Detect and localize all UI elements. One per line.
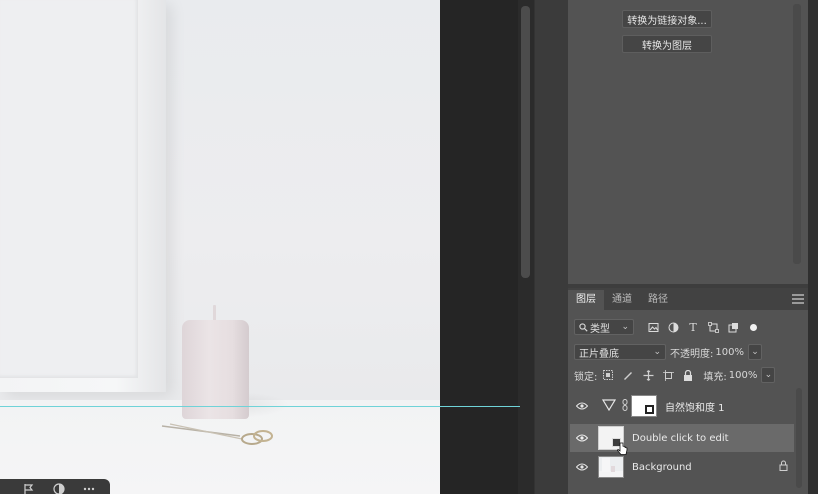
fill-label: 填充: — [703, 371, 727, 383]
blend-mode-value: 正片叠底 — [579, 348, 619, 360]
vibrance-triangle-icon — [601, 398, 617, 414]
search-icon — [579, 322, 588, 332]
lock-fill-row: 锁定: 填充: 100% ⌄ — [568, 367, 808, 383]
blend-opacity-row: 正片叠底 ⌄ 不透明度: 100% ⌄ — [568, 344, 808, 360]
background-thumbnail[interactable] — [598, 456, 624, 478]
filter-toggle-icon[interactable] — [746, 320, 760, 334]
layer-filter-dropdown[interactable]: 类型 ⌄ — [574, 319, 634, 335]
layer-mask-link-icon[interactable] — [622, 398, 628, 414]
opacity-slider-toggle[interactable]: ⌄ — [747, 344, 762, 360]
lock-all-icon[interactable] — [681, 368, 695, 382]
eye-icon[interactable] — [574, 430, 590, 446]
candle — [182, 320, 249, 419]
properties-scrollbar[interactable] — [793, 4, 801, 264]
layers-scrollbar[interactable] — [796, 388, 802, 488]
more-icon[interactable] — [82, 482, 96, 494]
layer-row-background[interactable]: Background — [568, 453, 796, 481]
convert-to-linked-button[interactable]: 转换为链接对象... — [622, 10, 712, 28]
filter-shape-icon[interactable] — [706, 320, 720, 334]
layer-name: Double click to edit — [632, 432, 729, 444]
layers-panel: 图层 通道 路径 类型 ⌄ T 正片叠底 ⌄ 不透明度: 100% ⌄ 锁定: … — [568, 288, 808, 494]
fill-slider-toggle[interactable]: ⌄ — [761, 367, 776, 383]
lock-image-pixels-icon[interactable] — [621, 368, 635, 382]
eye-icon[interactable] — [574, 459, 590, 475]
opacity-value[interactable]: 100% — [715, 347, 744, 358]
tab-paths[interactable]: 路径 — [640, 290, 676, 310]
lock-icon — [779, 460, 788, 474]
opacity-label: 不透明度: — [670, 348, 714, 360]
photo-frame-mat — [0, 0, 138, 378]
blend-mode-dropdown[interactable]: 正片叠底 ⌄ — [574, 344, 666, 360]
layer-name: 自然饱和度 1 — [665, 402, 725, 414]
lock-position-icon[interactable] — [641, 368, 655, 382]
photo-frame — [0, 0, 166, 392]
fill-value[interactable]: 100% — [729, 370, 758, 381]
lock-label: 锁定: — [574, 371, 598, 383]
document-canvas[interactable] — [0, 0, 440, 494]
layer-mask-thumbnail[interactable] — [631, 395, 657, 417]
layer-row-smart-object[interactable]: Double click to edit — [570, 424, 794, 455]
scissors-image — [161, 423, 273, 445]
layers-panel-tabs: 图层 通道 路径 — [568, 288, 808, 310]
chevron-down-icon: ⌄ — [621, 322, 629, 332]
filter-smart-object-icon[interactable] — [726, 320, 740, 334]
tab-layers[interactable]: 图层 — [568, 290, 604, 310]
adjustment-circle-icon[interactable] — [52, 482, 66, 494]
properties-panel: 转换为链接对象... 转换为图层 — [568, 0, 808, 284]
panel-dock-strip — [534, 0, 568, 494]
layer-row-vibrance[interactable]: 自然饱和度 1 — [568, 392, 796, 420]
layer-filter-label: 类型 — [590, 323, 610, 335]
chevron-down-icon: ⌄ — [653, 347, 661, 357]
lock-transparent-pixels-icon[interactable] — [601, 368, 615, 382]
canvas-scrollbar-thumb[interactable] — [521, 6, 530, 278]
guide-line[interactable] — [0, 406, 520, 407]
filter-pixel-icon[interactable] — [646, 320, 660, 334]
layer-filter-row: 类型 ⌄ T — [568, 319, 808, 335]
convert-to-layers-button[interactable]: 转换为图层 — [622, 35, 712, 53]
pasteboard — [440, 0, 518, 494]
right-edge-strip — [808, 0, 818, 494]
canvas-floating-toolbar — [0, 479, 110, 494]
layer-name: Background — [632, 461, 692, 473]
filter-type-icon[interactable]: T — [686, 320, 700, 334]
filter-adjustment-icon[interactable] — [666, 320, 680, 334]
flag-icon[interactable] — [22, 482, 36, 494]
tab-channels[interactable]: 通道 — [604, 290, 640, 310]
lock-artboard-icon[interactable] — [661, 368, 675, 382]
chevron-down-icon: ⌄ — [764, 370, 773, 380]
chevron-down-icon: ⌄ — [751, 347, 759, 357]
eye-icon[interactable] — [574, 398, 590, 414]
panel-menu-icon[interactable] — [792, 294, 804, 304]
